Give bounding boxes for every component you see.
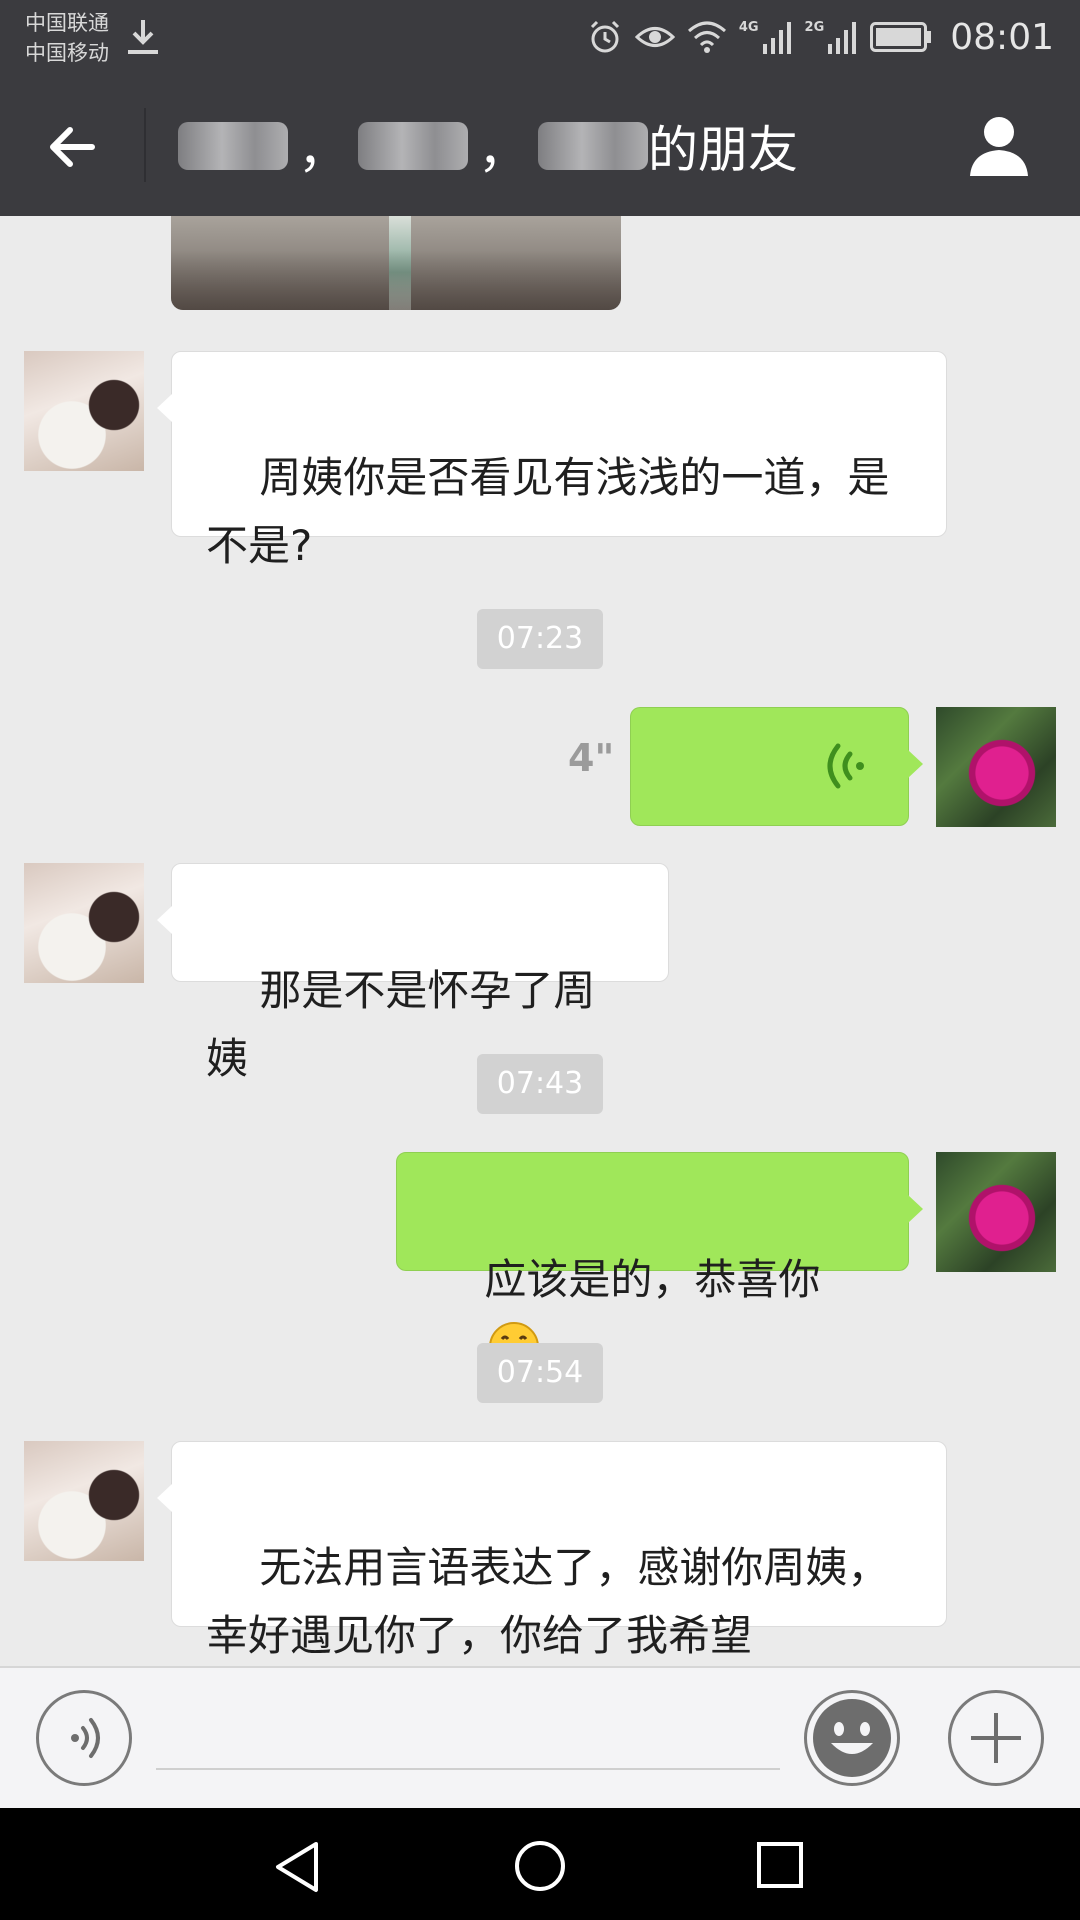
eye-icon [634,27,675,47]
chat-message-list[interactable]: 周姨你是否看见有浅浅的一道，是 不是? 07:23 4" 那是不是怀孕了周姨 0… [0,216,1080,1666]
voice-input-icon [71,1718,100,1758]
system-navigation-bar [0,1808,1080,1920]
emoji-button[interactable] [804,1690,900,1786]
timestamp: 07:54 [477,1343,603,1403]
wifi-icon [687,21,726,53]
title-separator: ， [478,121,528,179]
image-message[interactable] [171,216,621,310]
network-2g-label: 2G [804,19,825,35]
blurred-name [358,122,468,170]
title-suffix: 的朋友 [648,121,798,179]
battery-icon [870,22,932,52]
voice-input-button[interactable] [36,1690,132,1786]
nav-back-icon[interactable] [272,1840,324,1894]
plus-icon [971,1713,1021,1763]
chat-title: ， ， 的朋友 [178,108,798,184]
header-divider [144,108,146,182]
status-bar: 中国联通 中国移动 4G 2G 08:01 [0,0,1080,74]
carrier-info: 中国联通 中国移动 [25,8,109,68]
blurred-name [538,122,648,170]
avatar[interactable] [24,863,144,983]
message-input[interactable] [156,1706,780,1770]
title-separator: ， [298,121,348,179]
message-text: 应该是的，恭喜你 [484,1255,821,1304]
voice-message-bubble[interactable] [630,707,923,826]
avatar[interactable] [936,1152,1056,1272]
status-icons: 4G 2G 08:01 [587,12,1054,62]
person-icon[interactable] [964,110,1034,180]
arrow-left-icon[interactable] [40,114,106,180]
message-text: 无法用言语表达了，感谢你周姨， 幸好遇见你了，你给了我希望 [206,1543,890,1660]
timestamp: 07:23 [477,609,603,669]
avatar[interactable] [24,1441,144,1561]
blurred-name [178,122,288,170]
signal-icon [828,22,857,54]
timestamp: 07:43 [477,1054,603,1114]
more-button[interactable] [948,1690,1044,1786]
carrier-mobile: 中国移动 [25,41,109,65]
nav-home-icon[interactable] [513,1839,567,1893]
chat-header: ， ， 的朋友 [0,74,1080,216]
emoji-icon [813,1699,891,1777]
voice-duration: 4" [568,736,615,780]
nav-recents-icon[interactable] [756,1841,804,1889]
sent-message-bubble[interactable]: 应该是的，恭喜你 [396,1152,923,1372]
message-input-bar [0,1666,1080,1808]
carrier-unicom: 中国联通 [25,11,109,35]
avatar[interactable] [936,707,1056,827]
message-text: 周姨你是否看见有浅浅的一道，是 不是? [206,453,890,570]
download-icon [128,20,158,54]
voice-playback-icon [827,743,864,789]
status-time: 08:01 [950,16,1054,58]
alarm-icon [590,20,619,53]
received-message-bubble[interactable]: 那是不是怀孕了周姨 [157,863,669,1083]
received-message-bubble[interactable]: 无法用言语表达了，感谢你周姨， 幸好遇见你了，你给了我希望 [157,1441,947,1660]
received-message-bubble[interactable]: 周姨你是否看见有浅浅的一道，是 不是? [157,351,947,570]
signal-icon [762,22,791,54]
avatar[interactable] [24,351,144,471]
image-shade [171,250,621,310]
network-4g-label: 4G [738,19,759,35]
